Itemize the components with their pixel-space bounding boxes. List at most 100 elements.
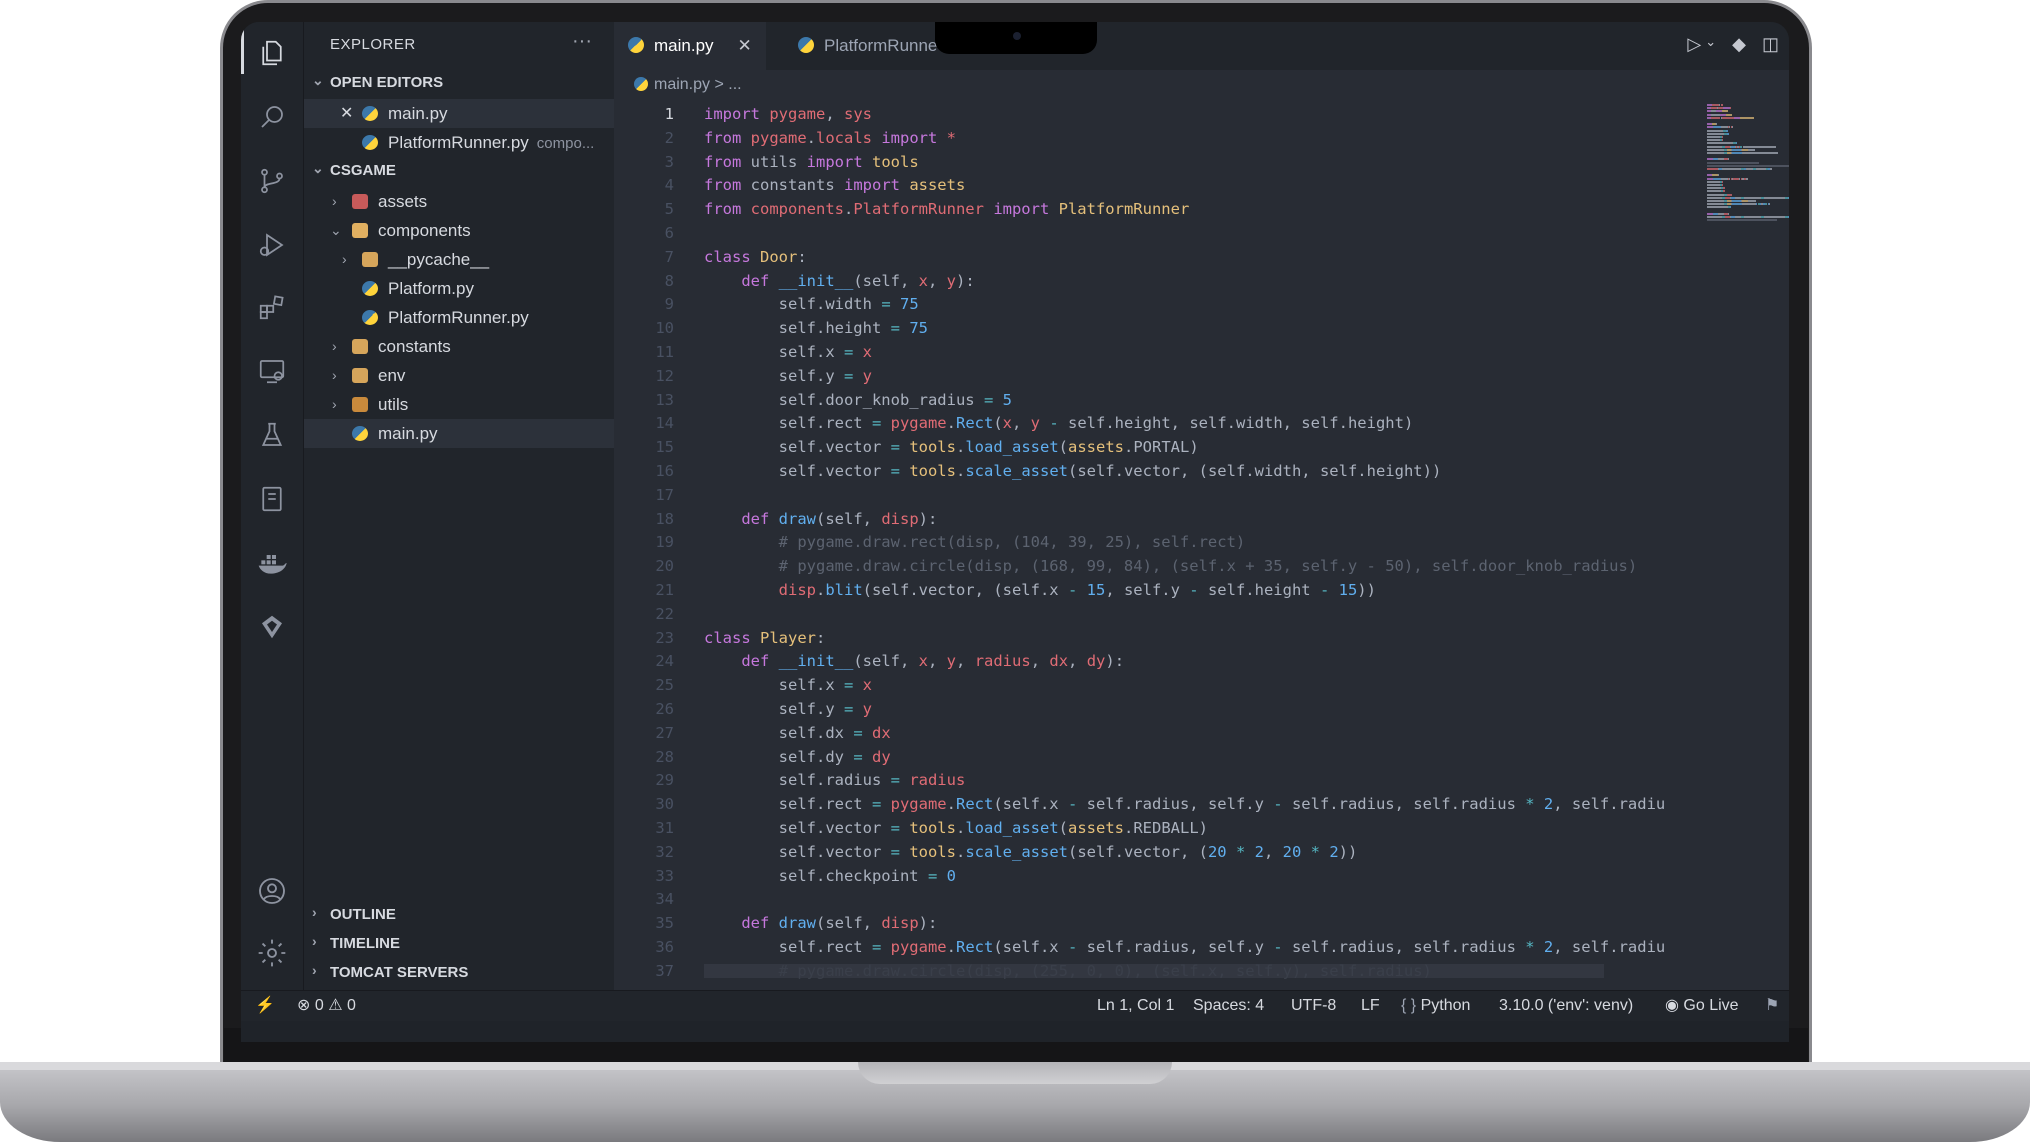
tree-item-env[interactable]: › env <box>304 361 614 390</box>
code-line[interactable]: self.radius = radius <box>704 768 966 792</box>
close-tab-icon[interactable]: ✕ <box>738 36 752 55</box>
chevron-down-icon[interactable]: ⌄ <box>1705 34 1716 55</box>
minimap-token <box>1726 193 1733 196</box>
code-line[interactable]: def draw(self, disp): <box>704 507 937 531</box>
code-line[interactable]: from pygame.locals import * <box>704 126 956 150</box>
code-line[interactable]: def draw(self, disp): <box>704 911 937 935</box>
language-mode[interactable]: { } Python <box>1401 991 1470 1021</box>
code-line[interactable]: class Player: <box>704 626 825 650</box>
line-number: 33 <box>655 866 674 885</box>
tree-item-platform[interactable]: Platform.py <box>304 274 614 303</box>
tab-main-py[interactable]: main.py ✕ <box>614 22 766 70</box>
close-icon[interactable]: ✕ <box>340 99 353 128</box>
code-line[interactable]: self.dx = dx <box>704 721 891 745</box>
gitlens-icon[interactable]: ◆ <box>1732 34 1746 55</box>
code-line[interactable]: self.checkpoint = 0 <box>704 864 956 888</box>
code-token: self.vector <box>704 842 882 861</box>
indentation[interactable]: Spaces: 4 <box>1193 991 1264 1021</box>
settings-gear-icon[interactable] <box>253 934 291 972</box>
code-token: __init__ <box>769 652 854 671</box>
code-line[interactable]: # pygame.draw.rect(disp, (104, 39, 25), … <box>704 530 1246 554</box>
tree-item-constants[interactable]: › constants <box>304 332 614 361</box>
code-line[interactable]: self.width = 75 <box>704 292 919 316</box>
tab-platformrunner[interactable]: PlatformRunne <box>784 22 951 70</box>
code-line[interactable]: self.rect = pygame.Rect(self.x - self.ra… <box>704 792 1666 816</box>
more-actions-icon[interactable]: ··· <box>572 30 592 53</box>
tree-item-utils[interactable]: › utils <box>304 390 614 419</box>
tree-item-main[interactable]: main.py <box>304 419 614 448</box>
tree-item-pycache[interactable]: › __pycache__ <box>304 245 614 274</box>
code-line[interactable]: from utils import tools <box>704 150 919 174</box>
code-token: self.radius, self.y <box>1086 795 1264 814</box>
minimap[interactable] <box>1699 100 1789 990</box>
code-line[interactable]: self.door_knob_radius = 5 <box>704 388 1012 412</box>
go-live-button[interactable]: ◉ Go Live <box>1665 991 1739 1021</box>
code-line[interactable]: self.x = x <box>704 673 872 697</box>
code-line[interactable]: def __init__(self, x, y, radius, dx, dy)… <box>704 649 1124 673</box>
split-editor-icon[interactable]: ◫ <box>1762 34 1779 55</box>
code-area[interactable]: import pygame, sys from pygame.locals imp… <box>704 100 1694 990</box>
code-token: (self.width, self.height) <box>1198 462 1432 480</box>
minimap-token <box>1747 148 1755 151</box>
code-line[interactable]: disp.blit(self.vector, (self.x - 15, sel… <box>704 578 1376 602</box>
line-number: 12 <box>655 366 674 385</box>
cursor-position[interactable]: Ln 1, Col 1 <box>1097 991 1174 1021</box>
run-file-icon[interactable]: ▷ <box>1687 34 1701 55</box>
end-of-line[interactable]: LF <box>1361 991 1380 1021</box>
source-control-icon[interactable] <box>253 162 291 200</box>
code-token: - <box>1040 414 1069 433</box>
code-line[interactable]: # pygame.draw.circle(disp, (168, 99, 84)… <box>704 554 1638 578</box>
code-token: self.y <box>704 700 835 718</box>
code-line[interactable]: self.y = y <box>704 697 872 721</box>
code-line[interactable]: self.rect = pygame.Rect(self.x - self.ra… <box>704 935 1666 959</box>
code-line[interactable]: self.x = x <box>704 340 872 364</box>
code-line[interactable]: self.y = y <box>704 364 872 388</box>
section-open-editors[interactable]: ⌄ OPEN EDITORS <box>304 70 614 96</box>
tree-item-assets[interactable]: › assets <box>304 187 614 216</box>
code-line[interactable]: self.height = 75 <box>704 316 928 340</box>
code-token: (self.vector, <box>862 581 994 599</box>
breadcrumb-rest[interactable]: > ... <box>714 76 741 93</box>
breadcrumb-file[interactable]: main.py <box>654 76 710 93</box>
code-line[interactable]: self.vector = tools.scale_asset(self.vec… <box>704 459 1442 483</box>
horizontal-scrollbar[interactable] <box>704 964 1604 978</box>
code-token: self.radius, self.y <box>1086 938 1264 956</box>
code-line[interactable]: import pygame, sys <box>704 102 872 126</box>
account-icon[interactable] <box>253 872 291 910</box>
code-line[interactable]: self.vector = tools.load_asset(assets.RE… <box>704 816 1208 840</box>
docker-icon[interactable] <box>253 544 291 582</box>
code-line[interactable]: self.dy = dy <box>704 745 891 769</box>
python-interpreter[interactable]: 3.10.0 ('env': venv) <box>1499 991 1633 1021</box>
code-line[interactable]: self.rect = pygame.Rect(x, y - self.heig… <box>704 411 1414 435</box>
code-line[interactable]: self.vector = tools.scale_asset(self.vec… <box>704 840 1358 864</box>
open-editor-item-main[interactable]: ✕ main.py <box>304 99 614 128</box>
section-tomcat-servers[interactable]: › TOMCAT SERVERS <box>304 960 614 986</box>
remote-explorer-icon[interactable] <box>253 352 291 390</box>
code-line[interactable]: from constants import assets <box>704 173 965 197</box>
code-token: x <box>862 343 872 361</box>
run-debug-icon[interactable] <box>253 226 291 264</box>
laptop-opening-notch <box>858 1062 1172 1084</box>
remote-icon[interactable]: ⚡ <box>255 991 275 1021</box>
section-timeline[interactable]: › TIMELINE <box>304 931 614 957</box>
testing-icon[interactable] <box>253 416 291 454</box>
open-editor-item-platformrunner[interactable]: PlatformRunner.py compo... <box>304 128 614 157</box>
explorer-icon[interactable] <box>253 34 291 72</box>
code-line[interactable]: class Door: <box>704 245 807 269</box>
tree-item-components[interactable]: ⌄ components <box>304 216 614 245</box>
code-line[interactable]: from components.PlatformRunner import Pl… <box>704 197 1189 221</box>
search-icon[interactable] <box>253 98 291 136</box>
problems-indicator[interactable]: ⊗ 0 ⚠ 0 <box>297 991 356 1021</box>
code-line[interactable]: self.vector = tools.load_asset(assets.PO… <box>704 435 1199 459</box>
encoding[interactable]: UTF-8 <box>1291 991 1336 1021</box>
section-outline[interactable]: › OUTLINE <box>304 902 614 928</box>
section-csgame[interactable]: ⌄ CSGAME <box>304 158 614 184</box>
gitkraken-icon[interactable] <box>253 608 291 646</box>
camera-icon <box>1013 32 1021 40</box>
notifications-icon[interactable]: ⚑ <box>1765 991 1779 1021</box>
notebook-icon[interactable] <box>253 480 291 518</box>
code-line[interactable]: def __init__(self, x, y): <box>704 269 974 293</box>
code-editor[interactable]: 1 2 3 4 5 6 7 8 9 10 11 12 13 14 15 16 17 18 19 20 21 22 23 24 2… <box>614 100 1789 990</box>
tree-item-platformrunner[interactable]: PlatformRunner.py <box>304 303 614 332</box>
extensions-icon[interactable] <box>253 288 291 326</box>
